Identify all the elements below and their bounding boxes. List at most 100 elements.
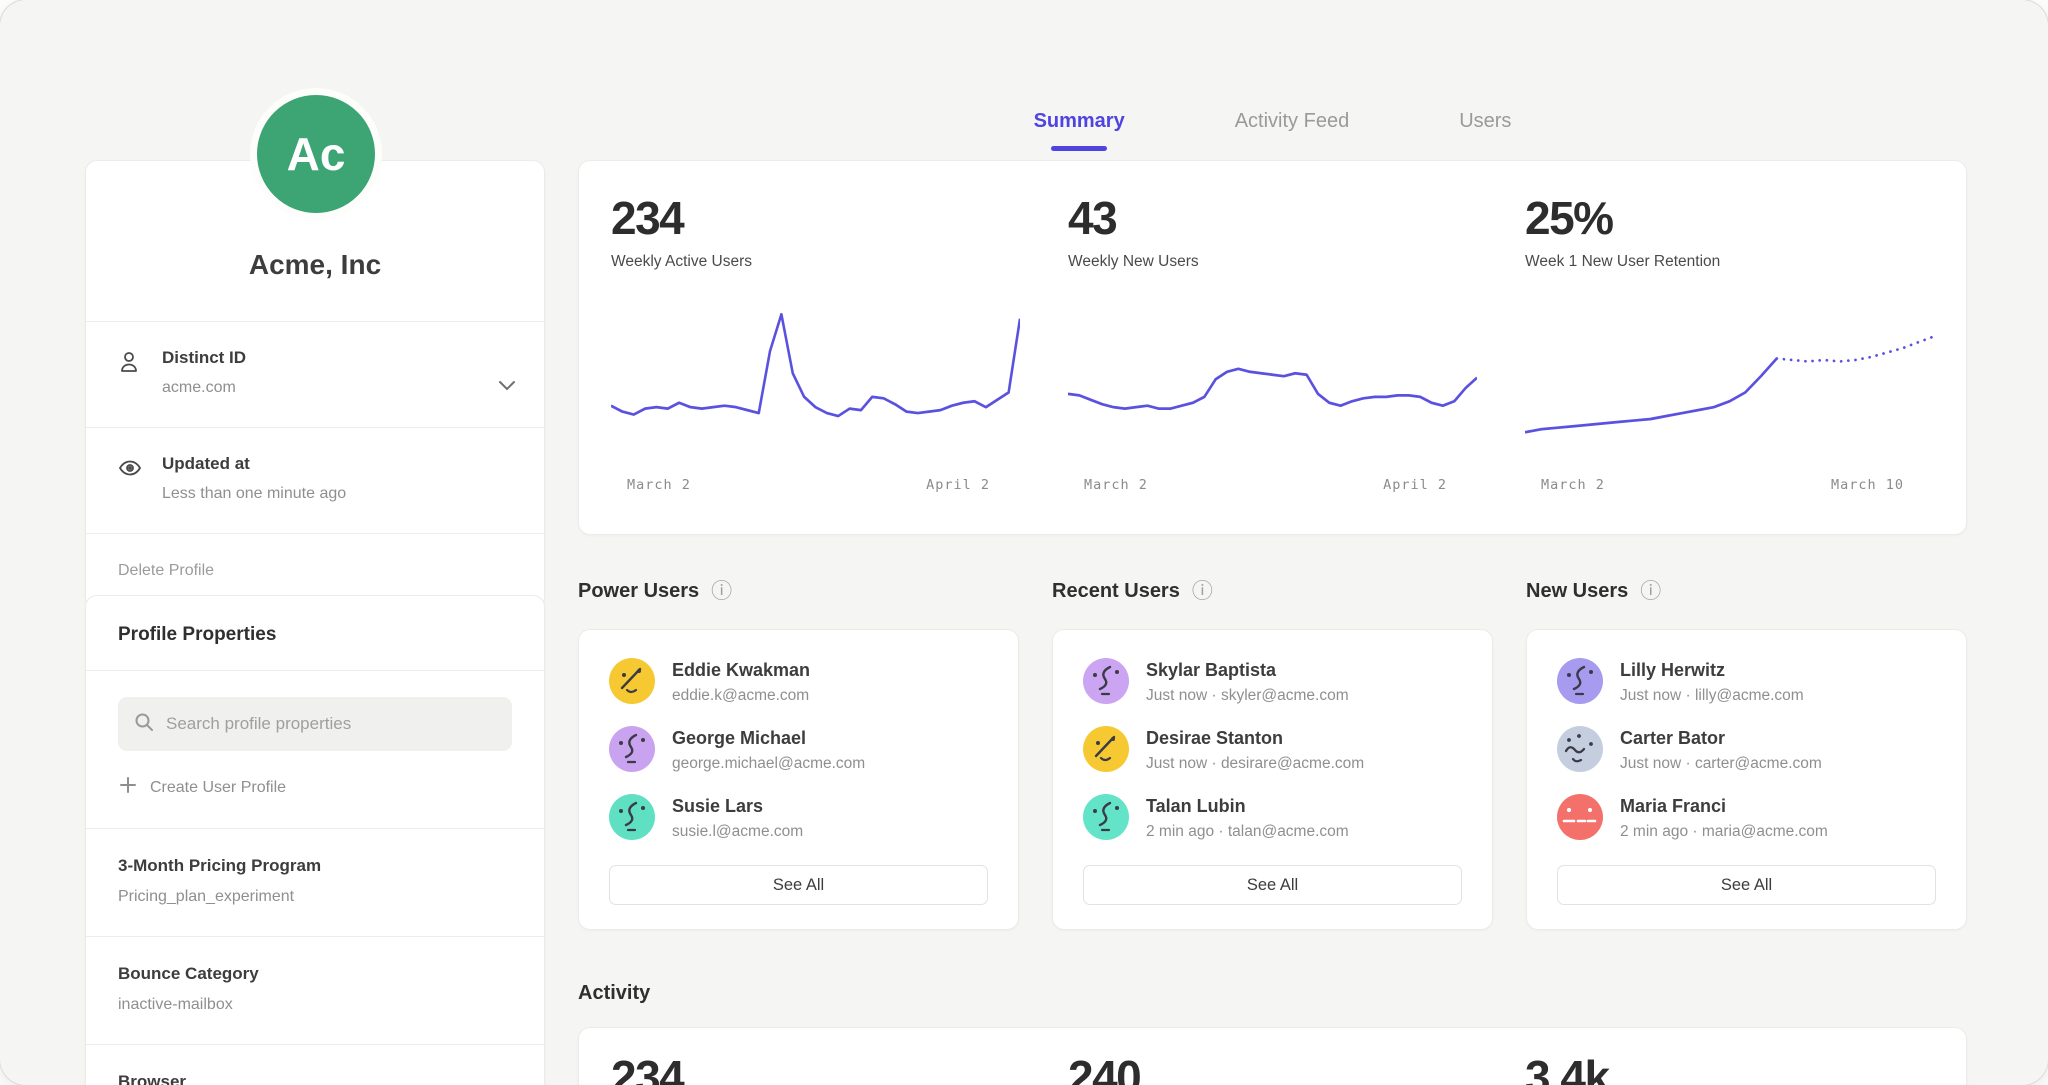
user-subtitle: Just now · lilly@acme.com <box>1620 687 1804 705</box>
row-value: Less than one minute ago <box>162 485 346 503</box>
property-item[interactable]: 3-Month Pricing Program Pricing_plan_exp… <box>86 829 544 936</box>
updated-at-row[interactable]: Updated at Less than one minute ago <box>86 428 544 533</box>
row-value: acme.com <box>162 379 246 397</box>
person-icon <box>118 348 144 397</box>
stat-weekly-active-users: 234 Weekly Active Users March 2 April 2 <box>611 195 1020 534</box>
stat-label: Week 1 New User Retention <box>1525 253 1934 271</box>
x-tick: March 10 <box>1831 477 1904 493</box>
tab-summary[interactable]: Summary <box>1034 110 1125 149</box>
company-avatar: Ac <box>250 88 382 220</box>
activity-stat-value: 240 <box>1068 1054 1477 1085</box>
recent-users-card: Skylar Baptista Just now · skyler@acme.c… <box>1052 629 1493 930</box>
user-subtitle: Just now · carter@acme.com <box>1620 755 1822 773</box>
user-list-item[interactable]: Lilly Herwitz Just now · lilly@acme.com <box>1557 658 1936 705</box>
profile-properties-card: Profile Properties Create User Profile 3… <box>85 595 545 1085</box>
search-profile-properties[interactable] <box>118 697 512 751</box>
tab-users[interactable]: Users <box>1459 110 1511 149</box>
x-tick: March 2 <box>1084 477 1148 493</box>
sparkline-chart <box>1068 309 1477 467</box>
eye-icon <box>118 454 144 503</box>
section-title: New Users <box>1526 580 1628 603</box>
user-name: Maria Franci <box>1620 794 1828 817</box>
row-label: Distinct ID <box>162 348 246 368</box>
user-list-item[interactable]: Susie Lars susie.l@acme.com <box>609 794 988 841</box>
profile-card: Acme, Inc Distinct ID acme.com Updated a… <box>85 160 545 609</box>
summary-card: 234 Weekly Active Users March 2 April 2 … <box>578 160 1967 535</box>
user-name: Susie Lars <box>672 794 803 817</box>
info-icon[interactable]: ⓘ <box>1192 581 1213 602</box>
recent-users-section: Recent Users ⓘ Skylar Baptista Just now … <box>1052 580 1493 930</box>
search-input[interactable] <box>166 714 496 734</box>
plus-icon <box>120 777 136 798</box>
stat-value: 43 <box>1068 195 1477 241</box>
user-list-item[interactable]: George Michael george.michael@acme.com <box>609 726 988 773</box>
user-name: Talan Lubin <box>1146 794 1349 817</box>
user-avatar <box>1083 794 1129 840</box>
property-name: Bounce Category <box>118 964 512 984</box>
info-icon[interactable]: ⓘ <box>711 581 732 602</box>
user-list-item[interactable]: Desirae Stanton Just now · desirare@acme… <box>1083 726 1462 773</box>
profile-properties-title: Profile Properties <box>86 596 544 670</box>
x-tick: March 2 <box>627 477 691 493</box>
activity-stat-value: 234 <box>611 1054 1020 1085</box>
user-avatar <box>609 658 655 704</box>
user-subtitle: Just now · desirare@acme.com <box>1146 755 1364 773</box>
activity-title: Activity <box>578 982 650 1005</box>
stat-value: 25% <box>1525 195 1934 241</box>
property-name: Browser <box>118 1072 512 1085</box>
user-list-item[interactable]: Eddie Kwakman eddie.k@acme.com <box>609 658 988 705</box>
user-list-item[interactable]: Skylar Baptista Just now · skyler@acme.c… <box>1083 658 1462 705</box>
user-subtitle: susie.l@acme.com <box>672 823 803 841</box>
user-name: Carter Bator <box>1620 726 1822 749</box>
see-all-button[interactable]: See All <box>609 865 988 905</box>
user-avatar <box>609 726 655 772</box>
user-list-item[interactable]: Maria Franci 2 min ago · maria@acme.com <box>1557 794 1936 841</box>
user-name: Skylar Baptista <box>1146 658 1349 681</box>
create-user-profile-label: Create User Profile <box>150 779 286 797</box>
row-label: Updated at <box>162 454 346 474</box>
chevron-down-icon[interactable] <box>498 378 516 396</box>
user-avatar <box>609 794 655 840</box>
user-subtitle: Just now · skyler@acme.com <box>1146 687 1349 705</box>
stat-label: Weekly Active Users <box>611 253 1020 271</box>
see-all-button[interactable]: See All <box>1083 865 1462 905</box>
sparkline-chart <box>611 309 1020 467</box>
activity-stat-value: 3.4k <box>1525 1054 1934 1085</box>
user-subtitle: george.michael@acme.com <box>672 755 865 773</box>
app-window: Ac Acme, Inc Distinct ID acme.com Update… <box>0 0 2048 1085</box>
stat-label: Weekly New Users <box>1068 253 1477 271</box>
sparkline-chart <box>1525 309 1934 467</box>
user-subtitle: 2 min ago · talan@acme.com <box>1146 823 1349 841</box>
stat-weekly-new-users: 43 Weekly New Users March 2 April 2 <box>1068 195 1477 534</box>
activity-card: 234 240 3.4k <box>578 1027 1967 1085</box>
see-all-button[interactable]: See All <box>1557 865 1936 905</box>
distinct-id-row[interactable]: Distinct ID acme.com <box>86 322 544 427</box>
power-users-card: Eddie Kwakman eddie.k@acme.com George Mi… <box>578 629 1019 930</box>
tab-activity-feed[interactable]: Activity Feed <box>1235 110 1349 149</box>
tab-bar: Summary Activity Feed Users <box>578 110 1967 149</box>
user-name: Eddie Kwakman <box>672 658 810 681</box>
user-subtitle: eddie.k@acme.com <box>672 687 810 705</box>
user-avatar <box>1557 658 1603 704</box>
user-subtitle: 2 min ago · maria@acme.com <box>1620 823 1828 841</box>
property-value: Pricing_plan_experiment <box>118 888 512 906</box>
property-item[interactable]: Bounce Category inactive-mailbox <box>86 937 544 1044</box>
user-list-item[interactable]: Carter Bator Just now · carter@acme.com <box>1557 726 1936 773</box>
user-avatar <box>1083 658 1129 704</box>
stat-week1-retention: 25% Week 1 New User Retention March 2 Ma… <box>1525 195 1934 534</box>
property-item[interactable]: Browser Chrome <box>86 1045 544 1085</box>
x-tick: April 2 <box>926 477 990 493</box>
user-avatar <box>1083 726 1129 772</box>
divider <box>86 670 544 671</box>
new-users-section: New Users ⓘ Lilly Herwitz Just now · lil… <box>1526 580 1967 930</box>
user-lists: Power Users ⓘ Eddie Kwakman eddie.k@acme… <box>578 580 1967 930</box>
info-icon[interactable]: ⓘ <box>1640 581 1661 602</box>
user-avatar <box>1557 794 1603 840</box>
user-list-item[interactable]: Talan Lubin 2 min ago · talan@acme.com <box>1083 794 1462 841</box>
user-name: George Michael <box>672 726 865 749</box>
section-title: Power Users <box>578 580 699 603</box>
stat-value: 234 <box>611 195 1020 241</box>
create-user-profile-button[interactable]: Create User Profile <box>86 751 544 828</box>
x-tick: March 2 <box>1541 477 1605 493</box>
user-name: Desirae Stanton <box>1146 726 1364 749</box>
